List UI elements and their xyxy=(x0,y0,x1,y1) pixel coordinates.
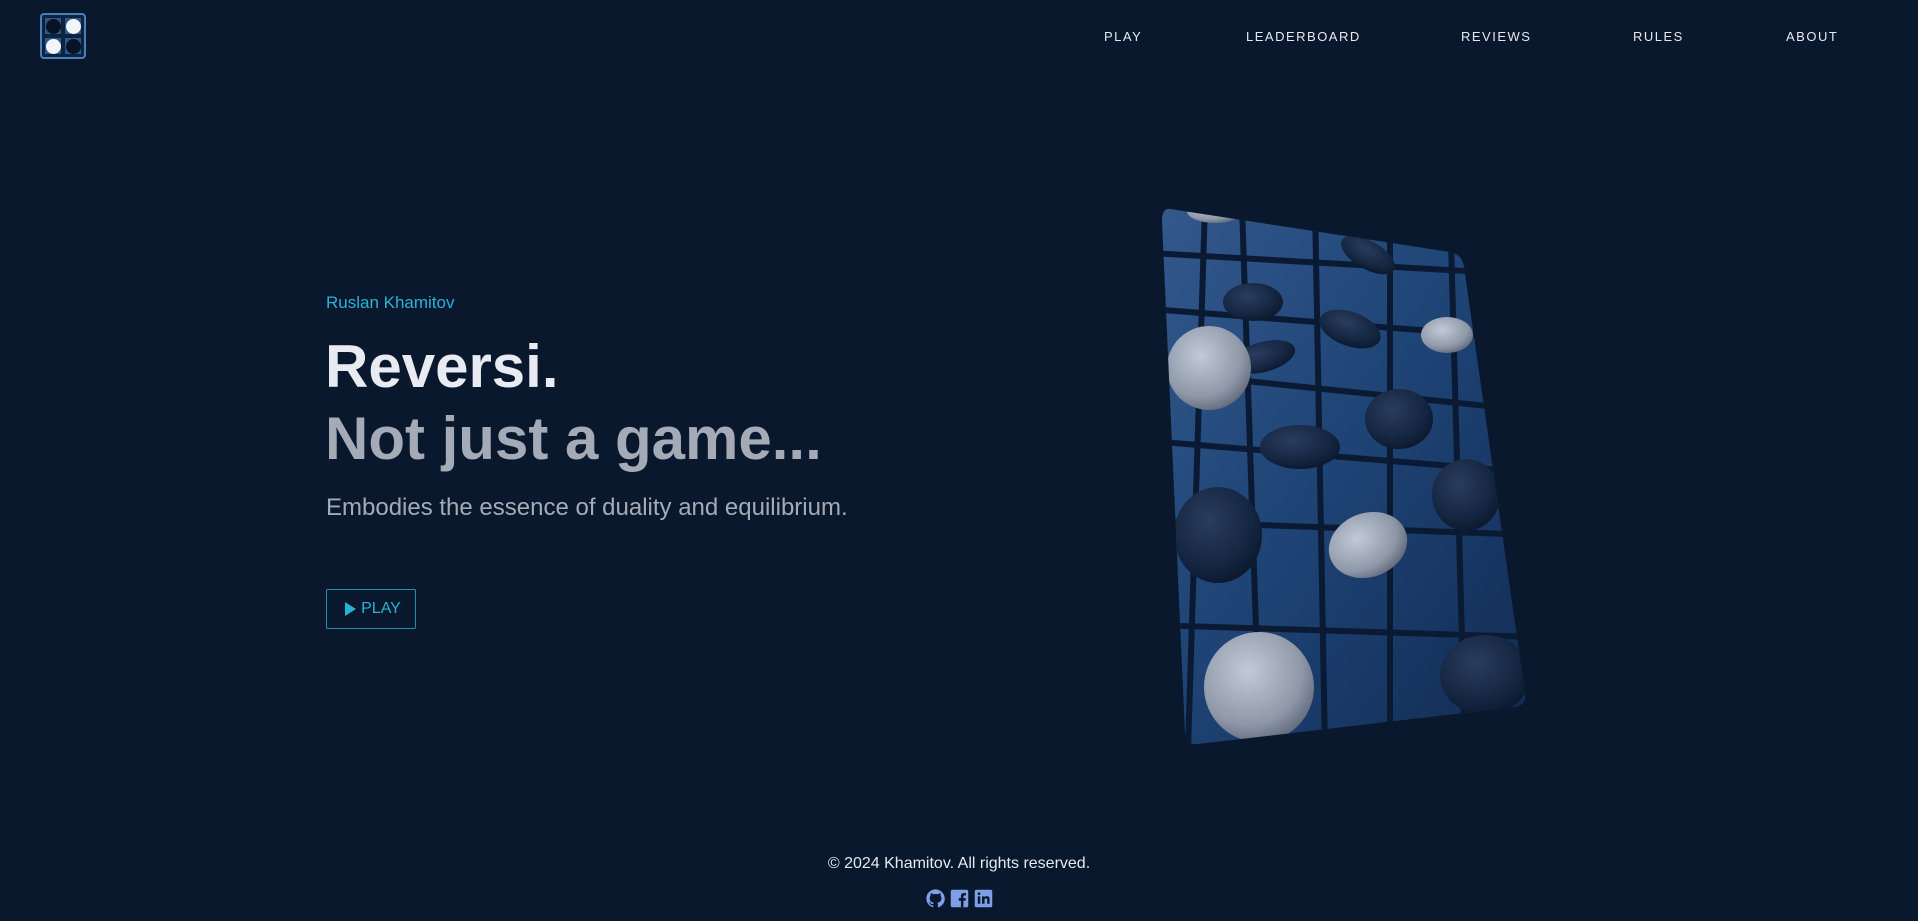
reversi-board-image xyxy=(1150,205,1535,750)
nav-item-play[interactable]: PLAY xyxy=(1104,29,1142,45)
hero-tagline: Embodies the essence of duality and equi… xyxy=(326,494,848,521)
play-button-label: PLAY xyxy=(361,600,401,617)
linkedin-icon[interactable] xyxy=(973,888,994,909)
main-nav: PLAY LEADERBOARD REVIEWS RULES ABOUT xyxy=(0,29,1918,45)
nav-item-rules[interactable]: RULES xyxy=(1633,29,1684,45)
page: PLAY LEADERBOARD REVIEWS RULES ABOUT Rus… xyxy=(0,0,1918,921)
play-triangle-icon xyxy=(345,602,357,616)
hero-subtitle: Not just a game... xyxy=(325,405,822,472)
nav-item-reviews[interactable]: REVIEWS xyxy=(1461,29,1531,45)
hero-title: Reversi. xyxy=(325,333,559,400)
social-links xyxy=(925,888,994,909)
nav-item-leaderboard[interactable]: LEADERBOARD xyxy=(1246,29,1361,45)
play-button[interactable]: PLAY xyxy=(326,589,416,629)
copyright-text: © 2024 Khamitov. All rights reserved. xyxy=(827,855,1091,872)
board-illustration xyxy=(1162,208,1526,745)
author-name: Ruslan Khamitov xyxy=(326,293,455,312)
facebook-icon[interactable] xyxy=(949,888,970,909)
nav-item-about[interactable]: ABOUT xyxy=(1786,29,1838,45)
github-icon[interactable] xyxy=(925,888,946,909)
